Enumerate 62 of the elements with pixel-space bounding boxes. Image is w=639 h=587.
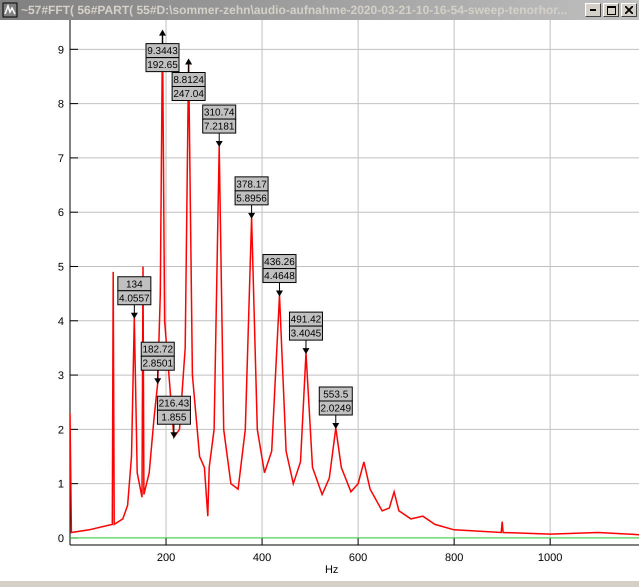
pointer-arrow xyxy=(185,58,192,73)
y-tick-label: 4 xyxy=(58,316,64,328)
x-tick-label: 800 xyxy=(444,552,464,564)
peak-label: 553.5 xyxy=(318,386,353,402)
point xyxy=(302,348,310,354)
pointer-arrow xyxy=(332,414,340,429)
pointer-arrow xyxy=(302,340,310,354)
y-tick-label: 2 xyxy=(58,424,64,436)
peak-label: 247.04 xyxy=(172,86,206,101)
peak-label: 3.4045 xyxy=(288,326,323,341)
point xyxy=(185,58,192,65)
peak-label: 9.3443 xyxy=(146,43,180,58)
maximize-button[interactable] xyxy=(603,3,619,17)
peak-label: 491.42 xyxy=(288,312,323,327)
close-icon xyxy=(625,6,633,14)
peak-label: 192.65 xyxy=(146,57,180,72)
peak-label: 5.8956 xyxy=(234,190,269,206)
peak-label: 4.0557 xyxy=(117,290,152,306)
x-tick-label: 1000 xyxy=(538,552,562,564)
pointer-arrow xyxy=(159,30,166,44)
y-tick-label: 5 xyxy=(58,261,64,274)
peak-label: 310.74 xyxy=(202,104,236,120)
peak-label: 182.72 xyxy=(140,342,175,357)
minimize-button[interactable] xyxy=(585,3,601,17)
close-button[interactable] xyxy=(621,3,637,17)
y-tick-label: 9 xyxy=(58,44,64,56)
point xyxy=(170,432,178,438)
peak-label: 216.43 xyxy=(156,396,191,411)
pointer-arrow xyxy=(170,424,178,438)
pointer-arrow xyxy=(130,304,138,319)
peak-label: 8.8124 xyxy=(172,72,206,87)
pointer-arrow xyxy=(216,132,223,148)
pointer-arrow xyxy=(154,370,162,384)
y-tick-label: 1 xyxy=(58,478,64,491)
peak-label: 7.2181 xyxy=(202,118,236,134)
point xyxy=(130,312,138,319)
peak-label: 378.17 xyxy=(234,176,269,192)
minimize-icon xyxy=(590,9,596,11)
point xyxy=(276,290,283,297)
app-icon xyxy=(2,2,18,18)
point xyxy=(332,423,340,430)
x-tick-label: 200 xyxy=(156,552,176,564)
peak-label: 1.855 xyxy=(156,410,191,425)
pointer-arrow xyxy=(276,282,283,297)
maximize-icon xyxy=(606,6,616,14)
x-tick-label: 600 xyxy=(348,552,368,564)
point xyxy=(154,378,162,384)
peak-label: 2.8501 xyxy=(140,356,175,371)
window-title: ~57#FFT( 56#PART( 55#D:\sommer-zehn\audio-aufnahme-2020-03-21-10-16-54-sweep-tenorhor... xyxy=(21,3,568,17)
peak-label: 134 xyxy=(117,276,152,292)
y-tick-label: 6 xyxy=(58,207,64,220)
y-tick-label: 0 xyxy=(58,532,64,545)
y-tick-label: 8 xyxy=(58,98,64,111)
x-axis-label: Hz xyxy=(324,564,338,576)
peak-label: 4.4648 xyxy=(262,268,296,284)
peak-label: 436.26 xyxy=(262,254,296,270)
y-tick-label: 3 xyxy=(58,370,64,382)
peak-label: 2.0249 xyxy=(318,400,353,416)
x-tick-label: 400 xyxy=(252,552,272,564)
pointer-arrow xyxy=(248,204,256,219)
y-tick-label: 7 xyxy=(58,152,64,165)
point xyxy=(159,30,166,36)
